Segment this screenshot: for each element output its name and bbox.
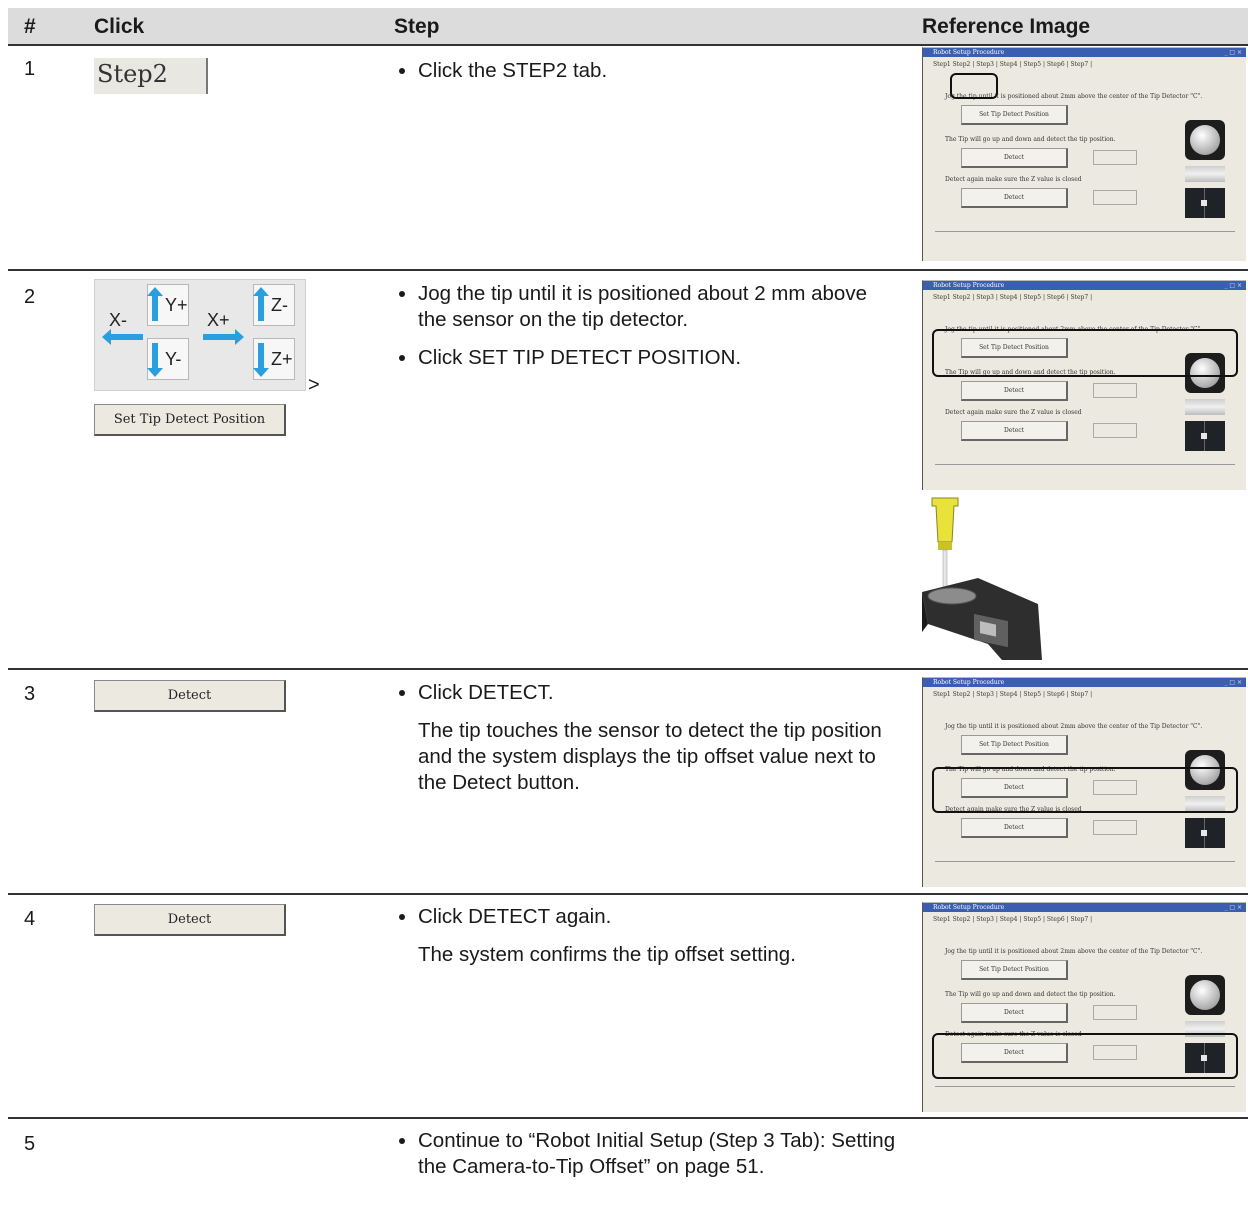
camera-view-image <box>1185 818 1225 848</box>
row-divider <box>8 269 1248 271</box>
header-reference-image: Reference Image <box>922 15 1091 38</box>
row-number: 4 <box>24 908 36 930</box>
table-header: # Click Step Reference Image <box>8 8 1248 46</box>
header-step: Step <box>394 15 440 38</box>
row-number: 3 <box>24 683 36 705</box>
y-plus-button[interactable]: Y+ <box>147 284 189 326</box>
ref-tabs: Step1 Step2 | Step3 | Step4 | Step5 | St… <box>933 61 1093 68</box>
ref-instruction: The Tip will go up and down and detect t… <box>945 136 1116 143</box>
step-note: The system confirms the tip offset setti… <box>418 943 796 966</box>
ref-value-field <box>1093 190 1137 205</box>
header-click: Click <box>94 15 145 38</box>
bullet: Click DETECT. <box>418 680 896 706</box>
highlight-box <box>932 767 1238 813</box>
bullet: Click the STEP2 tab. <box>418 58 896 84</box>
detect-again-button[interactable]: Detect <box>94 904 286 936</box>
arrow-left-icon <box>102 329 143 345</box>
step-text: Continue to “Robot Initial Setup (Step 3… <box>396 1128 896 1192</box>
x-minus-button[interactable]: X- <box>99 302 145 346</box>
jog-controls: X- Y+ X+ Z- Y- Z+ <box>94 279 306 391</box>
bullet: Click DETECT again. <box>418 904 896 930</box>
arrow-up-icon <box>147 287 163 321</box>
tip-detector-image <box>1185 120 1225 160</box>
reference-screenshot: Robot Setup Procedure _ □ × Step1 Step2 |… <box>922 280 1246 490</box>
y-minus-button[interactable]: Y- <box>147 338 189 380</box>
arrow-down-icon <box>147 343 163 377</box>
highlight-box <box>932 329 1238 377</box>
x-plus-button[interactable]: X+ <box>199 302 245 346</box>
next-arrow: > <box>308 374 320 396</box>
arrow-down-icon <box>253 343 269 377</box>
ref-image-strip <box>1185 166 1225 182</box>
arrow-up-icon <box>253 287 269 321</box>
ref-title-bar: Robot Setup Procedure _ □ × <box>923 48 1246 57</box>
row-number: 2 <box>24 286 36 308</box>
z-plus-button[interactable]: Z+ <box>253 338 295 380</box>
set-tip-detect-position-button[interactable]: Set Tip Detect Position <box>94 404 286 436</box>
step-text: Click DETECT again. The system confirms … <box>396 904 896 968</box>
arrow-right-icon <box>203 329 244 345</box>
ref-value-field <box>1093 150 1137 165</box>
row-divider <box>8 893 1248 895</box>
step-text: Jog the tip until it is positioned about… <box>396 281 896 383</box>
ref-detect-button: Detect <box>961 188 1068 208</box>
bullet: Jog the tip until it is positioned about… <box>418 281 896 333</box>
row-divider <box>8 1117 1248 1119</box>
camera-view-image <box>1185 421 1225 451</box>
ref-instruction: Detect again make sure the Z value is cl… <box>945 176 1082 183</box>
highlight-box <box>932 1033 1238 1079</box>
step2-tab-label: Step2 <box>97 60 168 88</box>
header-num: # <box>24 15 36 38</box>
row-divider <box>8 668 1248 670</box>
row-number: 5 <box>24 1133 36 1155</box>
divider <box>935 231 1235 232</box>
highlight-box <box>950 73 998 99</box>
bullet: Click SET TIP DETECT POSITION. <box>418 345 896 371</box>
tip-detector-image <box>1185 975 1225 1015</box>
step-note: The tip touches the sensor to detect the… <box>418 719 882 794</box>
step-text: Click DETECT. The tip touches the sensor… <box>396 680 896 796</box>
step2-tab[interactable]: Step2 <box>94 58 208 94</box>
detect-button[interactable]: Detect <box>94 680 286 712</box>
reference-screenshot: Robot Setup Procedure _ □ × Step1 Step2 |… <box>922 902 1246 1112</box>
step-text: Click the STEP2 tab. <box>396 58 896 96</box>
bullet: Continue to “Robot Initial Setup (Step 3… <box>418 1128 896 1180</box>
camera-view-image <box>1185 188 1225 218</box>
ref-detect-button: Detect <box>961 148 1068 168</box>
z-minus-button[interactable]: Z- <box>253 284 295 326</box>
tip-detector-illustration <box>922 497 1042 660</box>
row-number: 1 <box>24 58 36 80</box>
ref-set-tip-button: Set Tip Detect Position <box>961 105 1068 125</box>
